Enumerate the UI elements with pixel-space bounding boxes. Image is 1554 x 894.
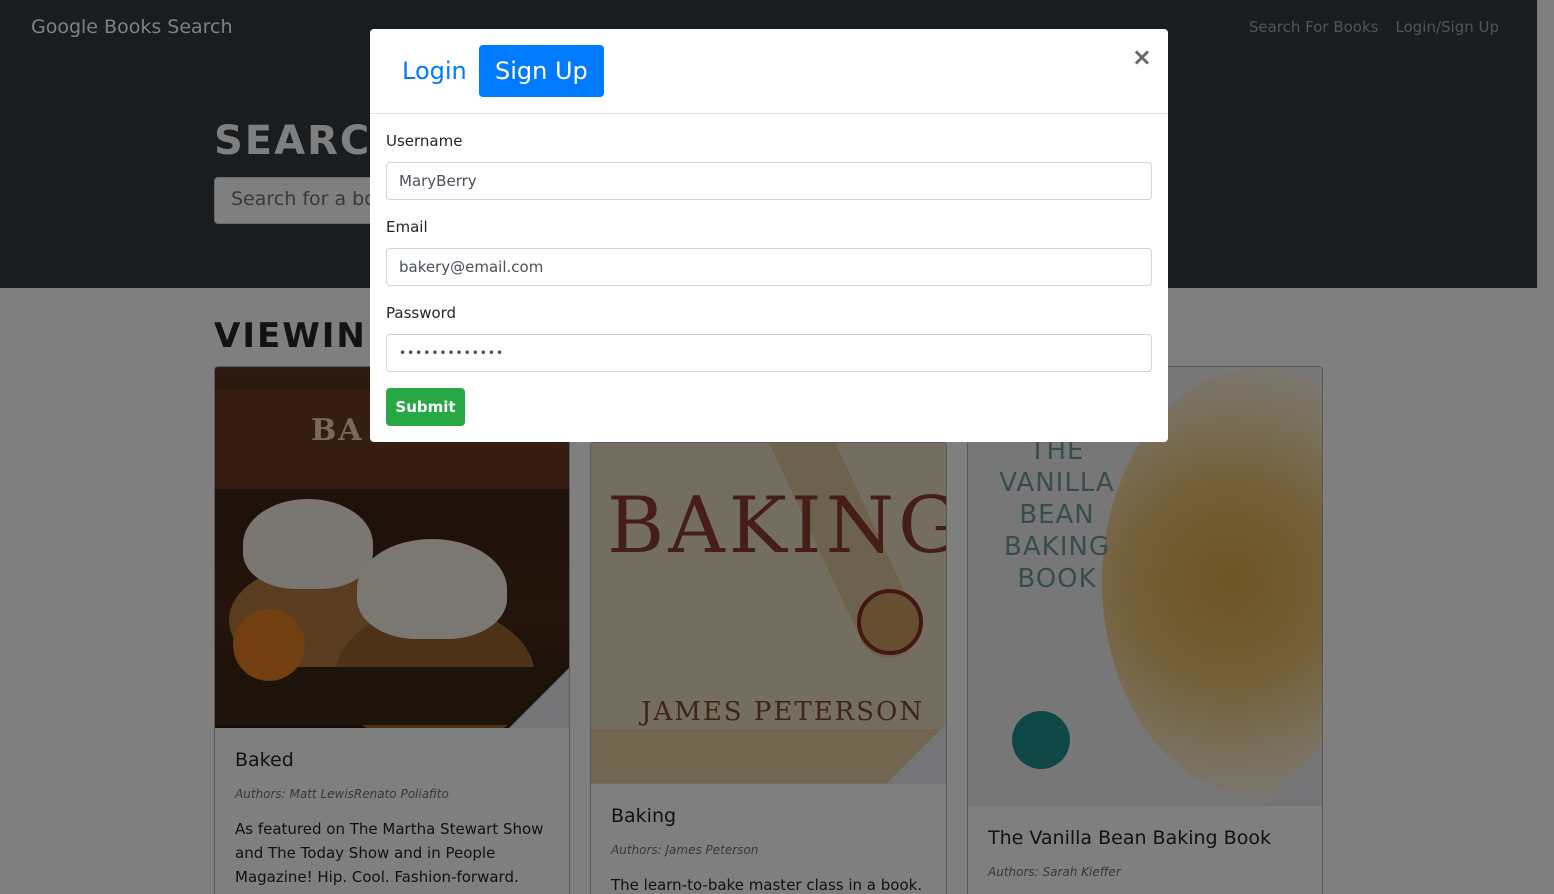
tab-sign-up[interactable]: Sign Up [479,45,604,97]
tab-login[interactable]: Login [386,45,483,97]
email-label: Email [386,218,428,236]
submit-button[interactable]: Submit [386,388,465,426]
username-field[interactable]: MaryBerry [386,162,1152,200]
auth-modal: Login Sign Up × Username MaryBerry Email… [370,29,1168,442]
modal-header: Login Sign Up × [370,29,1168,114]
close-icon[interactable]: × [1132,43,1152,71]
password-label: Password [386,304,457,322]
username-label: Username [386,132,463,150]
email-field[interactable]: bakery@email.com [386,248,1152,286]
password-field[interactable]: ••••••••••••• [386,334,1152,372]
